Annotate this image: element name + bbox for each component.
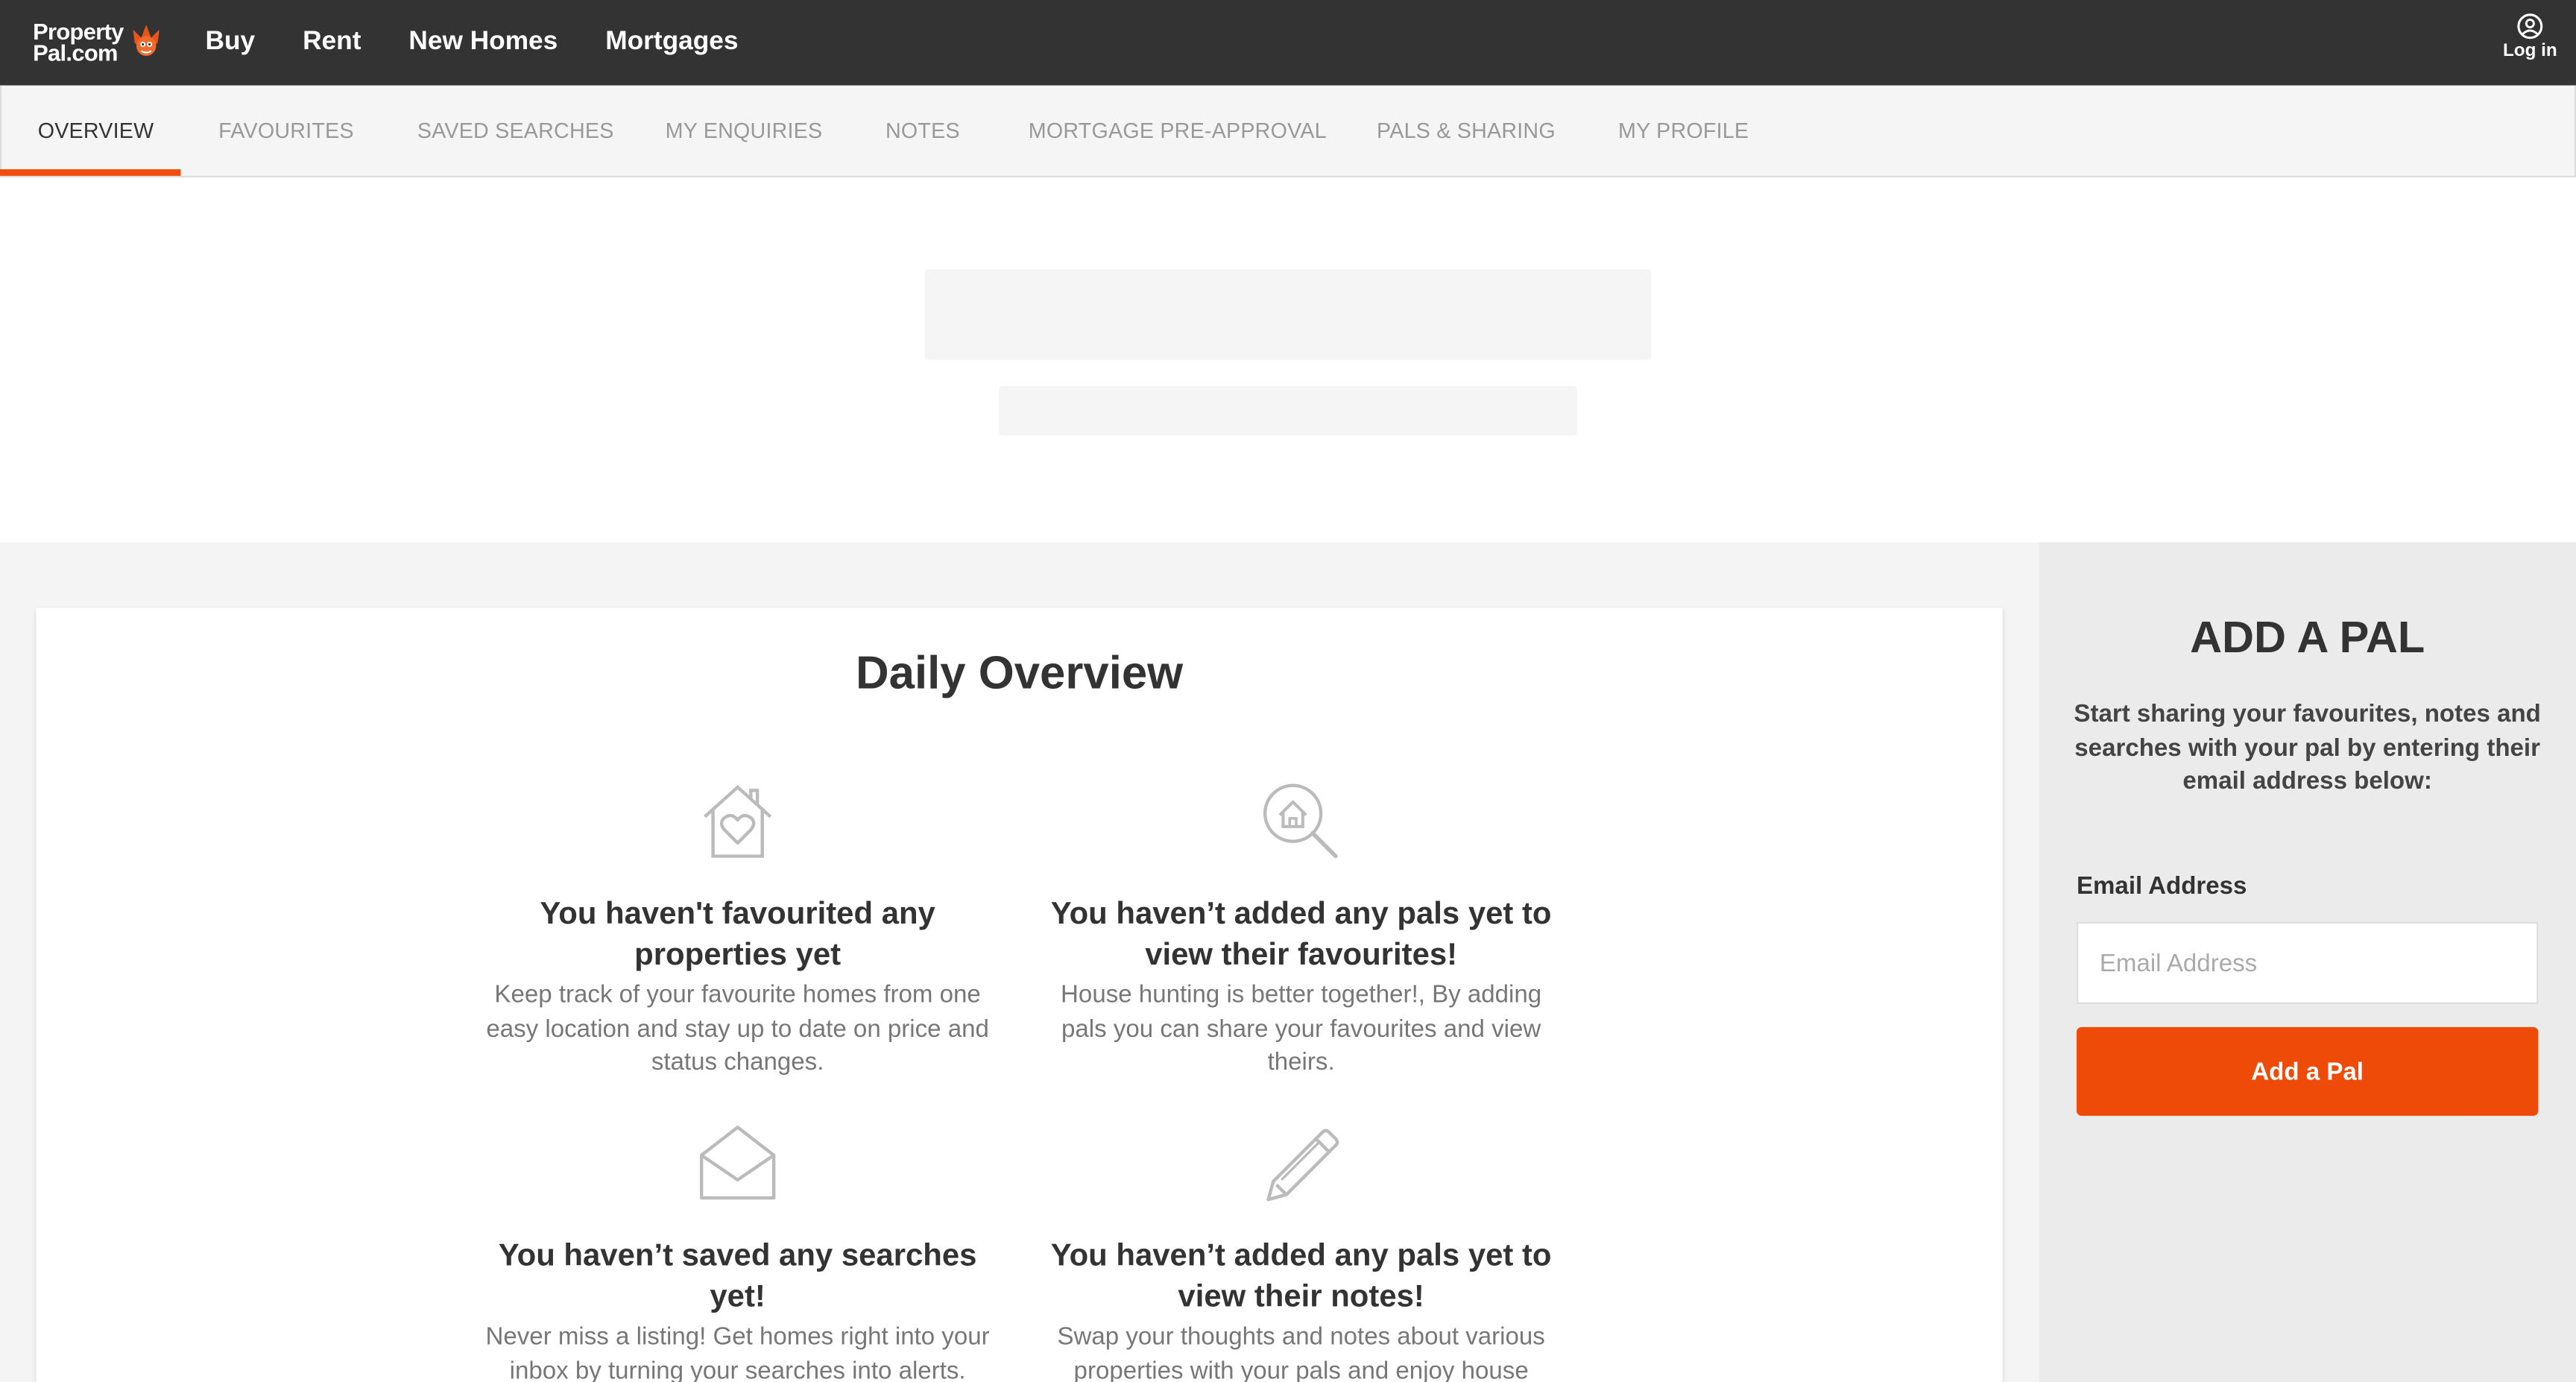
overview-item-heading: You haven't favourited any properties ye…: [540, 897, 935, 974]
add-pal-description: Start sharing your favourites, notes and…: [2074, 700, 2541, 795]
nav-new-homes[interactable]: New Homes: [408, 28, 558, 57]
page: Property Pal.com Buy Rent New Homes Mort…: [0, 0, 2576, 1382]
top-navigation-bar: Property Pal.com Buy Rent New Homes Mort…: [0, 0, 2576, 86]
login-label: Log in: [2502, 41, 2557, 61]
tab-my-profile[interactable]: MY PROFILE: [1618, 86, 1749, 177]
add-a-pal-button[interactable]: Add a Pal: [2076, 1026, 2539, 1116]
tab-mortgage-pre-approval[interactable]: MORTGAGE PRE-APPROVAL: [1029, 86, 1327, 177]
overview-item-text: Never miss a listing! Get homes right in…: [485, 1322, 990, 1382]
envelope-icon: [699, 1126, 776, 1200]
main-nav: Buy Rent New Homes Mortgages: [206, 0, 786, 86]
house-search-icon: [1263, 783, 1338, 859]
tab-pals-sharing[interactable]: PALS & SHARING: [1377, 86, 1556, 177]
overview-item-saved-searches: You haven’t saved any searches yet! Neve…: [475, 1123, 1000, 1382]
nav-mortgages[interactable]: Mortgages: [605, 28, 738, 57]
tab-notes[interactable]: NOTES: [886, 86, 960, 177]
add-pal-title: ADD A PAL: [2190, 613, 2425, 663]
overview-item-heading: You haven’t saved any searches yet!: [498, 1239, 977, 1315]
overview-item-pal-favourites: You haven’t added any pals yet to view t…: [1038, 780, 1564, 1080]
email-address-input[interactable]: [2076, 921, 2539, 1004]
overview-item-text: House hunting is better together!, By ad…: [1061, 981, 1542, 1076]
house-heart-icon: [704, 785, 772, 858]
account-tab-bar: OVERVIEW FAVOURITES SAVED SEARCHES MY EN…: [0, 85, 2576, 178]
logo-text: Property Pal.com: [33, 19, 124, 66]
tab-my-enquiries[interactable]: MY ENQUIRIES: [666, 86, 823, 177]
loading-placeholder-subtitle: [999, 386, 1577, 436]
overview-item-heading: You haven’t added any pals yet to view t…: [1050, 1239, 1552, 1315]
logo-line-2: Pal.com: [33, 39, 118, 66]
logo-mascot-icon: [133, 25, 160, 56]
email-address-label: Email Address: [2076, 872, 2247, 901]
overview-item-text: Swap your thoughts and notes about vario…: [1057, 1322, 1545, 1382]
overview-item-heading: You haven’t added any pals yet to view t…: [1050, 897, 1552, 974]
nav-rent[interactable]: Rent: [303, 28, 361, 57]
loading-placeholder-title: [924, 269, 1652, 360]
daily-overview-title: Daily Overview: [856, 647, 1184, 698]
pencil-icon: [1266, 1129, 1339, 1202]
overview-item-text: Keep track of your favourite homes from …: [486, 981, 989, 1076]
overview-item-pal-notes: You haven’t added any pals yet to view t…: [1038, 1123, 1564, 1382]
active-tab-indicator: [0, 169, 181, 176]
tab-saved-searches[interactable]: SAVED SEARCHES: [417, 86, 614, 177]
user-circle-icon: [2517, 13, 2543, 40]
tab-favourites[interactable]: FAVOURITES: [218, 86, 354, 177]
login-button[interactable]: Log in: [2502, 13, 2558, 61]
daily-overview-card: [36, 608, 2003, 1382]
propertypal-logo[interactable]: Property Pal.com: [33, 15, 177, 71]
nav-buy[interactable]: Buy: [206, 28, 256, 57]
overview-item-favourites: You haven't favourited any properties ye…: [475, 780, 1000, 1080]
tab-overview[interactable]: OVERVIEW: [38, 86, 154, 177]
